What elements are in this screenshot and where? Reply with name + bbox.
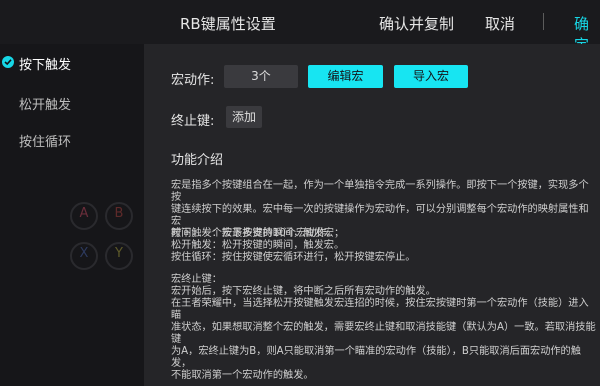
pad-y-icon: Y xyxy=(105,242,133,270)
sidebar-item-press-trigger[interactable]: 按下触发 xyxy=(0,49,144,77)
header-divider xyxy=(543,13,544,30)
stop-key-label: 终止键: xyxy=(171,114,215,129)
sidebar-item-label: 按住循环 xyxy=(19,135,72,150)
trigger-mode-sidebar: 按下触发 松开触发 按住循环 A B X Y xyxy=(0,44,144,386)
sidebar-item-label: 按下触发 xyxy=(19,58,72,73)
sidebar-item-label: 松开触发 xyxy=(19,98,72,113)
settings-panel: 宏动作: 3个 编辑宏 导入宏 终止键: 添加 功能介绍 宏是指多个按键组合在一… xyxy=(144,44,600,386)
intro-title: 功能介绍 xyxy=(171,153,224,168)
sidebar-item-hold-loop[interactable]: 按住循环 xyxy=(0,126,144,154)
pad-b-icon: B xyxy=(105,202,133,230)
check-icon xyxy=(2,56,14,68)
macro-count-display[interactable]: 3个 xyxy=(224,65,298,88)
import-macro-button[interactable]: 导入宏 xyxy=(394,65,468,88)
pad-x-icon: X xyxy=(70,242,98,270)
sidebar-item-release-trigger[interactable]: 松开触发 xyxy=(0,89,144,117)
edit-macro-button[interactable]: 编辑宏 xyxy=(308,65,383,88)
confirm-and-copy-button[interactable]: 确认并复制 xyxy=(379,13,454,34)
intro-paragraph-2: 按下触发：按下按键的瞬间，触发宏； 松开触发：松开按键的瞬间，触发宏。 按住循环… xyxy=(171,228,416,263)
macro-action-label: 宏动作: xyxy=(171,73,215,88)
cancel-button[interactable]: 取消 xyxy=(485,13,515,34)
pad-a-icon: A xyxy=(70,202,98,230)
page-title: RB键属性设置 xyxy=(180,15,276,33)
intro-paragraph-3: 宏终止键： 宏开始后，按下宏终止键，将中断之后所有宏动作的触发。 在王者荣耀中，… xyxy=(171,274,596,381)
title-bar: RB键属性设置 确认并复制 取消 确定 xyxy=(0,0,600,54)
add-stop-key-button[interactable]: 添加 xyxy=(226,106,262,128)
